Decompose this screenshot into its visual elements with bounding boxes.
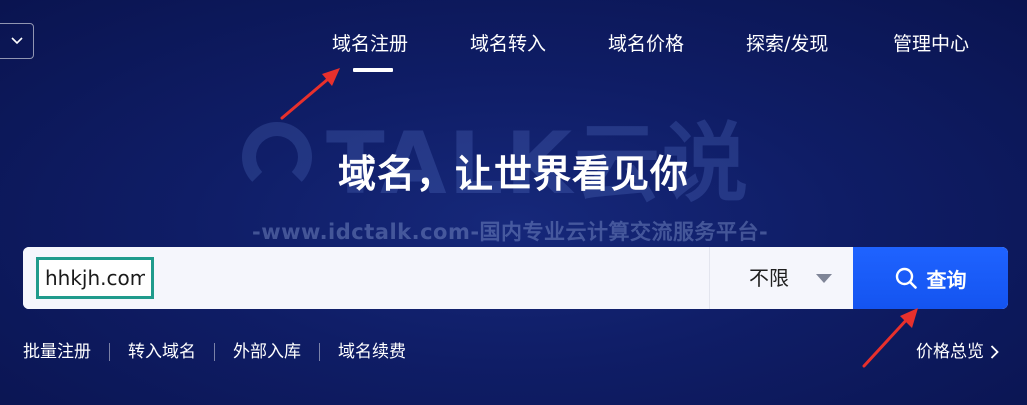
quick-links: 批量注册 转入域名 外部入库 域名续费: [23, 340, 406, 364]
suffix-selected-value: 不限: [749, 266, 789, 290]
nav-item-domain-price[interactable]: 域名价格: [608, 30, 684, 58]
nav-item-domain-transfer[interactable]: 域名转入: [470, 30, 546, 58]
nav-active-indicator: [353, 68, 393, 72]
hero-headline: 域名，让世界看见你: [337, 152, 689, 196]
nav-item-management[interactable]: 管理中心: [893, 30, 969, 58]
quick-link-bulk-register[interactable]: 批量注册: [23, 340, 91, 364]
domain-suffix-select[interactable]: 不限: [709, 247, 853, 309]
quick-link-domain-renew[interactable]: 域名续费: [338, 340, 406, 364]
annotation-arrow-icon: [862, 308, 918, 368]
nav-item-explore[interactable]: 探索/发现: [746, 30, 828, 58]
divider: [214, 343, 215, 361]
domain-search-bar: 不限 查询: [23, 247, 1008, 309]
search-input-container: [23, 247, 709, 309]
chevron-down-icon: [11, 37, 23, 45]
nav-item-domain-register[interactable]: 域名注册: [332, 30, 408, 58]
divider: [109, 343, 110, 361]
search-button-label: 查询: [926, 269, 967, 292]
quick-link-external-import[interactable]: 外部入库: [233, 340, 301, 364]
caret-down-icon: [816, 274, 832, 283]
domain-search-input[interactable]: [36, 257, 154, 299]
price-overview-label: 价格总览: [916, 342, 984, 362]
chevron-right-icon: [990, 345, 999, 359]
price-overview-link[interactable]: 价格总览: [916, 340, 999, 364]
search-icon: [895, 267, 917, 289]
annotation-arrow-icon: [280, 68, 340, 120]
divider: [319, 343, 320, 361]
quick-link-transfer-domain[interactable]: 转入域名: [128, 340, 196, 364]
search-button[interactable]: 查询: [853, 247, 1008, 309]
region-dropdown[interactable]: [0, 23, 34, 59]
watermark-url: -www.idctalk.com-国内专业云计算交流服务平台-: [252, 220, 769, 244]
